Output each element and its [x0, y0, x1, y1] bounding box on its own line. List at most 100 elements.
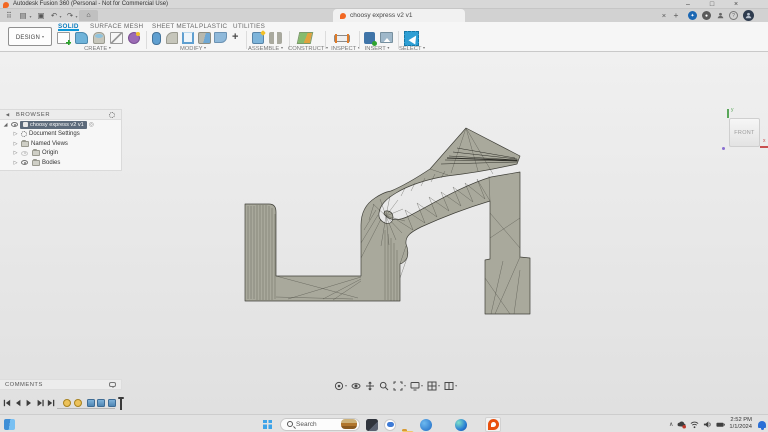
activate-component-icon[interactable]: ◎	[89, 121, 94, 128]
measure-icon[interactable]	[334, 35, 350, 42]
timeline-step-forward-button[interactable]	[35, 398, 44, 408]
browser-gear-icon[interactable]	[109, 112, 115, 118]
edge-icon[interactable]	[455, 419, 467, 431]
extrude-icon[interactable]	[75, 32, 88, 44]
timeline-feature-3[interactable]	[87, 399, 95, 407]
timeline-play-button[interactable]	[24, 398, 33, 408]
phone-link-icon[interactable]	[420, 419, 432, 431]
chat-icon[interactable]	[384, 419, 396, 431]
fusion360-taskbar-icon-active[interactable]	[485, 417, 501, 432]
canvas-icon[interactable]	[380, 32, 393, 43]
maximize-button[interactable]: □	[704, 0, 720, 9]
timeline-sketch-feature-1[interactable]	[63, 399, 71, 407]
comments-panel[interactable]: COMMENTS	[0, 379, 122, 390]
expand-icon[interactable]: ▷	[12, 160, 19, 166]
expand-icon[interactable]: ▷	[12, 141, 19, 147]
tab-utilities[interactable]: UTILITIES	[233, 22, 265, 31]
fillet-icon[interactable]	[166, 32, 178, 44]
model-canvas[interactable]: ◀ BROWSER ◢ choosy express v2 v1 ◎ ▷ Doc…	[0, 52, 768, 414]
start-button[interactable]	[263, 420, 272, 429]
timeline-feature-4[interactable]	[97, 399, 105, 407]
bodies-visibility-eye-icon[interactable]	[21, 160, 28, 165]
onedrive-icon[interactable]	[677, 420, 686, 429]
notifications-icon[interactable]: ●	[702, 11, 711, 20]
tab-sheet-metal[interactable]: SHEET METAL	[152, 22, 198, 31]
minimize-button[interactable]: –	[680, 0, 696, 9]
mesh-body-model[interactable]	[233, 118, 533, 328]
create-form-icon[interactable]	[128, 32, 140, 44]
tab-mesh[interactable]: MESH	[124, 22, 143, 31]
grid-snap-icon[interactable]: ▾	[427, 381, 440, 391]
close-document-tab-icon[interactable]: ×	[660, 10, 668, 21]
offset-face-icon[interactable]	[214, 32, 227, 43]
task-view-icon[interactable]	[366, 419, 378, 431]
select-tool-icon[interactable]	[404, 31, 419, 46]
app-grid-icon[interactable]: ⠿	[4, 10, 14, 21]
combine-icon[interactable]	[198, 32, 211, 44]
viewports-icon[interactable]: ▾	[444, 381, 457, 391]
pan-icon[interactable]	[365, 381, 375, 391]
file-menu-caret-icon[interactable]: ▾	[28, 10, 33, 21]
construct-plane-icon[interactable]	[297, 32, 314, 44]
move-copy-icon[interactable]: +	[232, 31, 238, 43]
orbit-icon[interactable]: ▾	[334, 381, 347, 391]
new-component-icon[interactable]	[252, 32, 264, 44]
shell-icon[interactable]	[182, 32, 194, 44]
loft-icon[interactable]	[110, 32, 123, 44]
close-button[interactable]: ×	[728, 0, 744, 9]
comment-bubble-icon[interactable]	[109, 382, 116, 387]
revolve-icon[interactable]	[93, 32, 105, 44]
timeline-position-marker[interactable]	[120, 397, 123, 410]
timeline-step-back-button[interactable]	[13, 398, 22, 408]
tab-plastic[interactable]: PLASTIC	[199, 22, 227, 31]
group-select[interactable]: SELECT ▾	[392, 45, 432, 52]
volume-icon[interactable]	[703, 420, 712, 429]
timeline-go-to-start-button[interactable]	[2, 398, 11, 408]
save-icon[interactable]: ▣	[36, 10, 46, 21]
display-settings-icon[interactable]: ▾	[410, 381, 423, 391]
root-expand-icon[interactable]: ◢	[2, 122, 9, 128]
browser-root-row[interactable]: ◢ choosy express v2 v1 ◎	[0, 120, 121, 130]
browser-item-bodies[interactable]: ▷ Bodies	[0, 158, 121, 168]
timeline-go-to-end-button[interactable]	[46, 398, 55, 408]
create-sketch-icon[interactable]	[57, 32, 70, 44]
root-component-selected[interactable]: choosy express v2 v1	[20, 121, 87, 129]
search-highlight-image[interactable]	[341, 419, 357, 429]
viewcube[interactable]: FRONT	[729, 118, 760, 147]
wifi-icon[interactable]	[690, 420, 699, 429]
root-visibility-eye-icon[interactable]	[11, 122, 18, 127]
group-create[interactable]: CREATE ▾	[70, 45, 125, 52]
workspace-selector[interactable]: DESIGN ▾	[8, 27, 52, 46]
widgets-icon[interactable]	[4, 419, 15, 430]
joint-icon[interactable]	[269, 32, 282, 44]
browser-item-named-views[interactable]: ▷ Named Views	[0, 139, 121, 149]
home-tab-button[interactable]: ⌂	[79, 10, 98, 21]
zoom-icon[interactable]	[379, 381, 389, 391]
browser-header[interactable]: ◀ BROWSER	[0, 110, 121, 120]
tab-solid[interactable]: SOLID	[58, 22, 79, 31]
tray-chevron-icon[interactable]: ∧	[669, 421, 673, 428]
browser-item-origin[interactable]: ▷ Origin	[0, 149, 121, 159]
tab-surface[interactable]: SURFACE	[90, 22, 122, 31]
help-icon[interactable]: ?	[729, 11, 738, 20]
taskbar-clock[interactable]: 2:52 PM 1/1/2024	[729, 417, 752, 430]
undo-caret-icon[interactable]: ▾	[58, 10, 63, 21]
fit-icon[interactable]: ▾	[393, 381, 406, 391]
insert-mesh-icon[interactable]	[364, 32, 375, 44]
origin-visibility-eye-icon[interactable]	[21, 151, 28, 156]
taskbar-search[interactable]: Search	[280, 418, 360, 431]
job-status-icon[interactable]	[716, 11, 725, 20]
user-avatar[interactable]	[743, 10, 754, 21]
battery-icon[interactable]	[716, 420, 725, 429]
new-document-tab-icon[interactable]: +	[672, 10, 680, 21]
browser-item-document-settings[interactable]: ▷ Document Settings	[0, 130, 121, 140]
browser-collapse-icon[interactable]: ◀	[4, 112, 11, 118]
group-modify[interactable]: MODIFY ▾	[168, 45, 218, 52]
expand-icon[interactable]: ▷	[12, 131, 19, 137]
notification-bell-icon[interactable]	[758, 421, 766, 428]
extensions-icon[interactable]: ✦	[688, 11, 697, 20]
look-at-icon[interactable]	[351, 381, 361, 391]
timeline-sketch-feature-2[interactable]	[74, 399, 82, 407]
timeline-feature-5[interactable]	[108, 399, 116, 407]
press-pull-icon[interactable]	[152, 32, 161, 45]
